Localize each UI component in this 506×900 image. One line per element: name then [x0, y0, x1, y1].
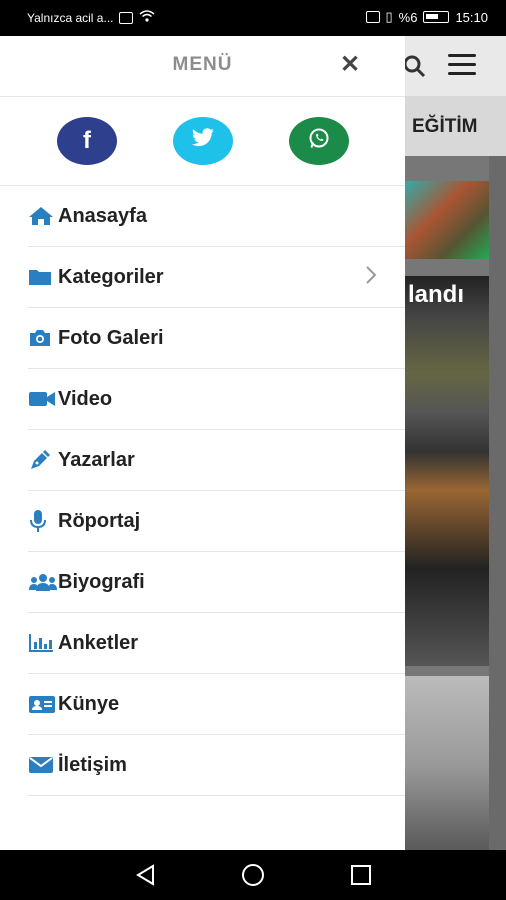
menu-item-label: Röportaj [58, 509, 141, 532]
whatsapp-button[interactable] [289, 117, 349, 165]
menu-item-label: Video [58, 387, 113, 410]
twitter-button[interactable] [173, 117, 233, 165]
drawer-header: MENÜ ✕ [0, 36, 405, 97]
menu-item-biyografi[interactable]: Biyografi [28, 552, 405, 613]
background-image-3 [405, 676, 489, 850]
side-menu-drawer: MENÜ ✕ f Anasayfa Kategoriler Foto Galer… [0, 36, 405, 850]
facebook-button[interactable]: f [57, 117, 117, 165]
home-button-icon[interactable] [240, 862, 266, 888]
status-left: Yalnızca acil a... [27, 10, 155, 25]
twitter-icon [191, 127, 215, 155]
hamburger-icon [448, 54, 476, 75]
background-strip [489, 156, 506, 850]
back-icon[interactable] [133, 862, 159, 888]
users-icon [28, 571, 58, 593]
menu-item-label: Foto Galeri [58, 326, 164, 349]
chevron-right-icon [365, 265, 377, 291]
background-image-2 [405, 276, 489, 666]
menu-item-anasayfa[interactable]: Anasayfa [28, 186, 405, 247]
battery-text: %6 [398, 9, 418, 25]
menu-list: Anasayfa Kategoriler Foto Galeri Video Y… [0, 186, 405, 796]
nfc-status-icon [365, 11, 380, 23]
recent-apps-icon[interactable] [348, 862, 374, 888]
microphone-icon [28, 510, 58, 532]
menu-item-foto-galeri[interactable]: Foto Galeri [28, 308, 405, 369]
notification-text: Yalnızca acil a... [27, 10, 114, 25]
menu-item-label: Yazarlar [58, 448, 135, 471]
search-icon [402, 54, 426, 84]
status-right: ▯ %6 15:10 [365, 9, 488, 25]
close-icon[interactable]: ✕ [340, 53, 360, 77]
menu-item-label: Kategoriler [58, 265, 164, 288]
menu-item-label: Künye [58, 692, 120, 715]
social-buttons: f [0, 97, 405, 186]
menu-item-label: İletişim [58, 753, 127, 776]
nfc-icon [119, 11, 134, 24]
menu-item-iletisim[interactable]: İletişim [28, 735, 405, 796]
menu-item-anketler[interactable]: Anketler [28, 613, 405, 674]
folder-icon [28, 266, 58, 288]
menu-item-label: Anketler [58, 631, 139, 654]
background-nav-label: EĞİTİM [412, 116, 478, 137]
home-icon [28, 205, 58, 227]
facebook-icon: f [83, 127, 91, 154]
clock: 15:10 [455, 9, 488, 25]
envelope-icon [28, 754, 58, 776]
menu-item-label: Biyografi [58, 570, 145, 593]
camera-icon [28, 327, 58, 349]
pen-icon [28, 449, 58, 471]
menu-item-kunye[interactable]: Künye [28, 674, 405, 735]
whatsapp-icon [307, 126, 331, 157]
menu-item-yazarlar[interactable]: Yazarlar [28, 430, 405, 491]
chart-icon [28, 632, 58, 654]
system-navigation-bar [0, 850, 506, 900]
id-card-icon [28, 693, 58, 715]
menu-item-label: Anasayfa [58, 204, 147, 227]
vibrate-icon: ▯ [385, 9, 393, 24]
background-image-1 [405, 181, 489, 259]
status-bar: Yalnızca acil a... ▯ %6 15:10 [0, 0, 506, 36]
background-caption: landı [408, 281, 465, 308]
wifi-icon [139, 10, 155, 25]
menu-item-kategoriler[interactable]: Kategoriler [28, 247, 405, 308]
battery-icon [423, 11, 450, 23]
menu-item-video[interactable]: Video [28, 369, 405, 430]
menu-item-roportaj[interactable]: Röportaj [28, 491, 405, 552]
video-icon [28, 388, 58, 410]
